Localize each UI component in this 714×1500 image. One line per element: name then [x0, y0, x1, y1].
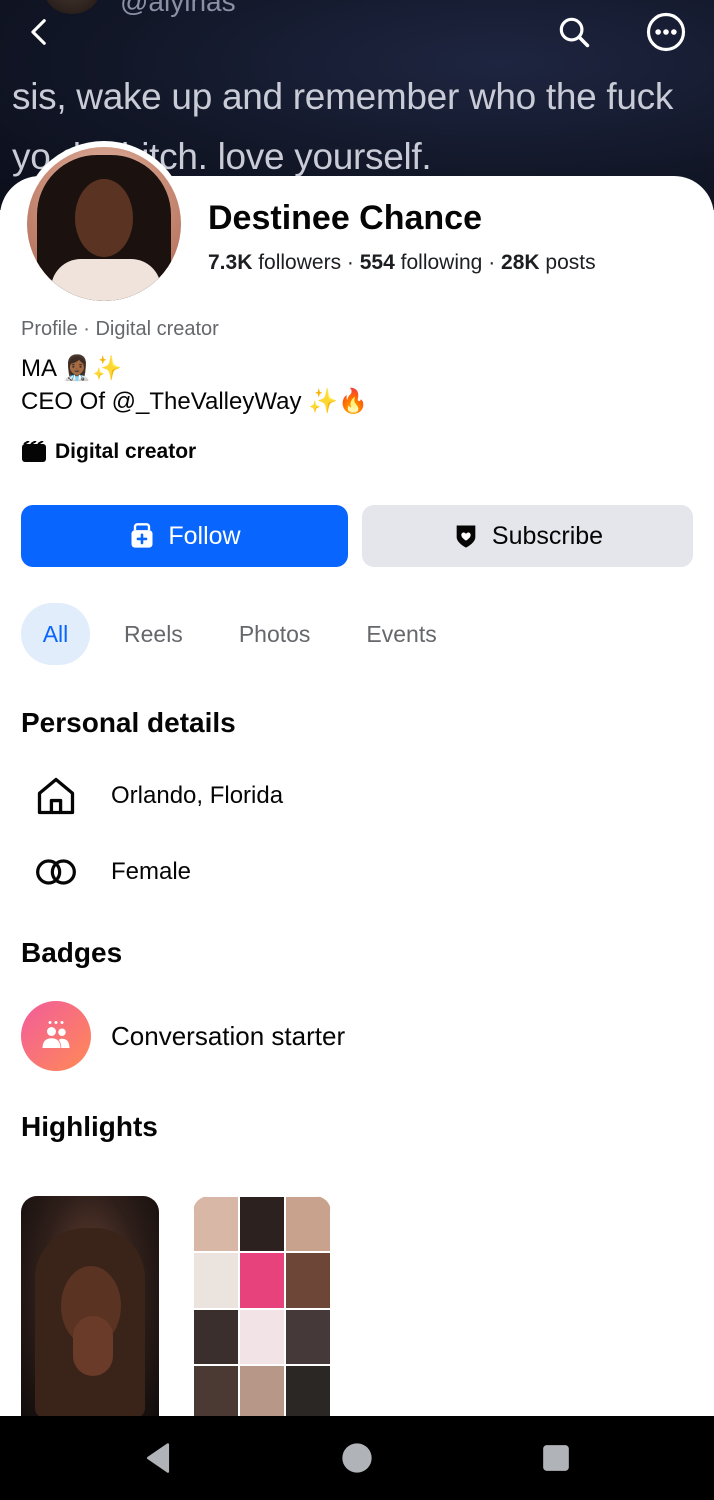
search-icon: [559, 17, 590, 48]
badge-conversation-starter[interactable]: Conversation starter: [21, 1001, 345, 1071]
stats-separator: ·: [482, 251, 502, 274]
nav-home-button[interactable]: [333, 1434, 381, 1482]
posts-label: posts: [545, 251, 596, 274]
gender-rings-icon: [21, 847, 91, 897]
following-count: 554: [359, 251, 395, 274]
profile-avatar[interactable]: [21, 141, 187, 307]
profile-bio: MA 👩🏾‍⚕️✨ CEO Of @_TheValleyWay ✨🔥: [21, 352, 368, 418]
badge-label: Conversation starter: [111, 1020, 346, 1051]
creator-label: Digital creator: [55, 440, 197, 463]
chevron-left-icon: [31, 19, 46, 45]
following-stat[interactable]: 554 following: [360, 251, 483, 274]
subscribe-button[interactable]: Subscribe: [362, 505, 693, 567]
badges-title: Badges: [21, 937, 123, 968]
nav-recents-button[interactable]: [532, 1434, 580, 1482]
bio-line-1: MA 👩🏾‍⚕️✨: [21, 355, 123, 382]
search-button[interactable]: [550, 8, 598, 56]
following-label: following: [400, 251, 483, 274]
heart-shield-icon: [456, 525, 476, 548]
posts-stat: 28K posts: [501, 251, 596, 274]
gender-text: Female: [111, 858, 192, 885]
circle-home-icon: [342, 1443, 372, 1473]
profile-tabs: All Reels Photos Events: [21, 603, 457, 665]
stats-separator: ·: [341, 251, 360, 274]
nav-back-button[interactable]: [134, 1434, 182, 1482]
system-navigation-bar: [0, 1416, 714, 1500]
clapperboard-icon: [22, 441, 46, 462]
followers-count: 7.3K: [208, 251, 253, 274]
tab-reels[interactable]: Reels: [104, 603, 203, 665]
profile-name: Destinee Chance: [208, 199, 482, 237]
square-recents-icon: [543, 1445, 569, 1471]
creator-category-row: Digital creator: [21, 440, 196, 464]
tab-all[interactable]: All: [21, 603, 90, 665]
gender-row: Female: [21, 847, 191, 897]
more-horizontal-icon: [646, 12, 686, 52]
posts-count: 28K: [501, 251, 540, 274]
tab-events[interactable]: Events: [346, 603, 456, 665]
triangle-back-icon: [146, 1443, 170, 1473]
bio-line-2: CEO Of @_TheValleyWay ✨🔥: [21, 388, 368, 415]
more-options-button[interactable]: [642, 8, 690, 56]
highlight-thumbnail[interactable]: [193, 1196, 331, 1421]
conversation-starter-icon: [21, 1001, 91, 1071]
profile-category: Profile · Digital creator: [21, 318, 219, 340]
cover-text-line-1: sis, wake up and remember who the fuck: [12, 76, 674, 117]
follow-label: Follow: [168, 521, 241, 550]
tab-photos[interactable]: Photos: [219, 603, 331, 665]
followers-stat[interactable]: 7.3K followers: [208, 251, 341, 274]
location-text: Orlando, Florida: [111, 782, 284, 809]
subscribe-label: Subscribe: [491, 521, 604, 550]
follow-button[interactable]: Follow: [21, 505, 348, 567]
add-friend-icon: [131, 523, 153, 548]
followers-label: followers: [258, 251, 342, 274]
profile-photo: [27, 147, 181, 301]
home-icon: [21, 771, 91, 821]
location-row: Orlando, Florida: [21, 771, 283, 821]
highlights-title: Highlights: [21, 1111, 158, 1142]
highlight-thumbnail[interactable]: [21, 1196, 159, 1421]
back-button[interactable]: [16, 8, 64, 56]
cover-handle-text: @alyinas: [120, 0, 236, 17]
personal-details-title: Personal details: [21, 707, 236, 738]
profile-stats: 7.3K followers · 554 following · 28K pos…: [208, 251, 596, 275]
